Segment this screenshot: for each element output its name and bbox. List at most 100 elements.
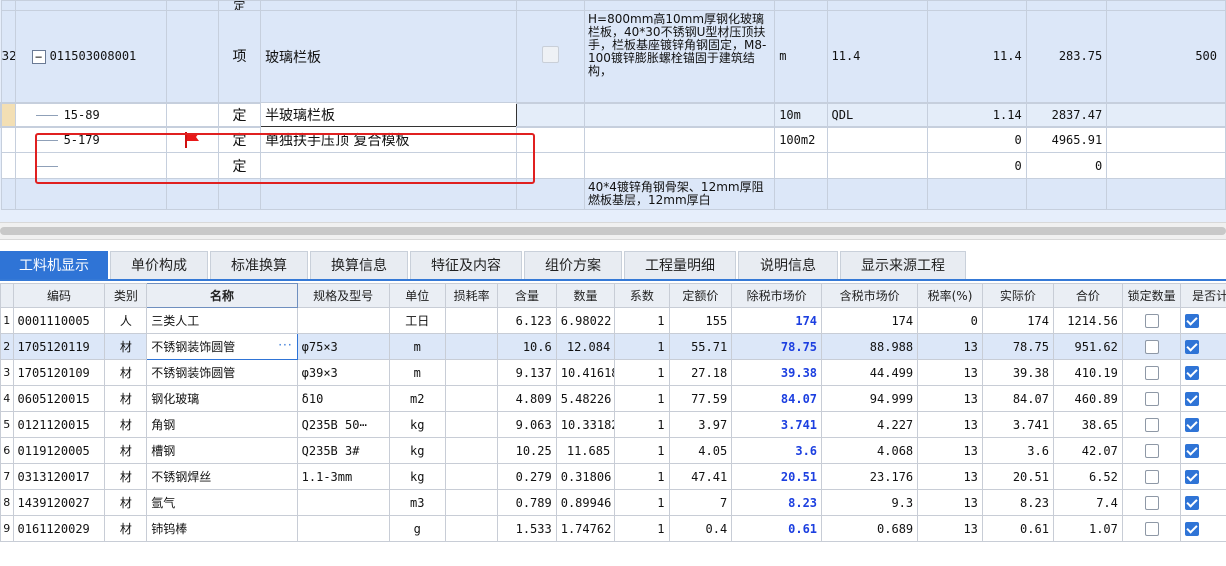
counted-checkbox[interactable]	[1185, 339, 1200, 354]
lock-checkbox[interactable]	[1144, 521, 1159, 536]
col-header-code[interactable]: 编码	[12, 283, 106, 308]
col-header-unit[interactable]: 单位	[388, 283, 446, 308]
flag-cell[interactable]	[165, 126, 219, 153]
col-header-quota-price[interactable]: 定额价	[668, 283, 733, 308]
content-cell[interactable]: 9.137	[497, 359, 557, 386]
col-header-spec[interactable]: 规格及型号	[296, 283, 390, 308]
table-row[interactable]: 1 0001110005 人 三类人工 工日 6.123 6.98022 1 155 174 174…	[0, 307, 1226, 334]
horizontal-scrollbar[interactable]	[0, 222, 1226, 240]
counted-cell[interactable]	[1180, 437, 1226, 464]
ex-tax-price-cell[interactable]: 20.51	[731, 463, 823, 490]
col-header-ex-tax-price[interactable]: 除税市场价	[731, 283, 823, 308]
lock-qty-cell[interactable]	[1121, 515, 1182, 542]
lock-checkbox[interactable]	[1144, 339, 1159, 354]
item-description[interactable]: 40*4镀锌角钢骨架、12mm厚阻燃板基层，12mm厚白	[584, 178, 776, 210]
quota-row[interactable]: 5-179 定 单独扶手压顶 复合模板 100m2 0 4965.91	[0, 126, 1226, 153]
tab-unit-price-composition[interactable]: 单价构成	[110, 251, 208, 279]
counted-cell[interactable]	[1180, 307, 1226, 334]
tab-description-info[interactable]: 说明信息	[738, 251, 838, 279]
counted-checkbox[interactable]	[1185, 365, 1200, 380]
ellipsis-button[interactable]: ···	[278, 338, 292, 352]
ex-tax-price-cell[interactable]: 174	[731, 307, 823, 334]
name-cell[interactable]: 三类人工	[146, 307, 298, 334]
amount-cell[interactable]: 10.41618	[555, 359, 616, 386]
name-cell[interactable]: 槽钢	[146, 437, 298, 464]
code-cell[interactable]: 0001110005	[12, 307, 106, 334]
qty-expression[interactable]: 11.4	[826, 10, 929, 103]
quota-name[interactable]: 单独扶手压顶 复合模板	[260, 126, 517, 153]
grid-row-partial[interactable]: 40*4镀锌角钢骨架、12mm厚阻燃板基层，12mm厚白	[0, 178, 1226, 210]
name-cell[interactable]: 铈钨棒	[146, 515, 298, 542]
col-header-total[interactable]: 合价	[1052, 283, 1123, 308]
code-cell[interactable]: 0161120029	[12, 515, 106, 542]
counted-cell[interactable]	[1180, 359, 1226, 386]
code-cell[interactable]: 0119120005	[12, 437, 106, 464]
loss-rate-cell[interactable]	[444, 463, 499, 490]
col-header-actual-price[interactable]: 实际价	[981, 283, 1054, 308]
quota-row[interactable]: 定 0 0	[0, 152, 1226, 179]
quota-name[interactable]	[260, 152, 517, 179]
lock-qty-cell[interactable]	[1121, 489, 1182, 516]
ex-tax-price-cell[interactable]: 84.07	[731, 385, 823, 412]
ex-tax-price-cell[interactable]: 39.38	[731, 359, 823, 386]
amount-cell[interactable]: 10.33182	[555, 411, 616, 438]
counted-checkbox[interactable]	[1185, 469, 1200, 484]
counted-checkbox[interactable]	[1185, 313, 1200, 328]
lock-qty-cell[interactable]	[1121, 463, 1182, 490]
amount-cell[interactable]: 12.084	[555, 333, 616, 360]
lock-checkbox[interactable]	[1144, 391, 1159, 406]
ex-tax-price-cell[interactable]: 78.75	[731, 333, 823, 360]
table-row[interactable]: 7 0313120017 材 不锈钢焊丝 1.1-3mm kg 0.279 0.31806 1 4…	[0, 463, 1226, 490]
item-name[interactable]: 玻璃栏板	[260, 10, 517, 103]
lock-qty-cell[interactable]	[1121, 411, 1182, 438]
counted-checkbox[interactable]	[1185, 417, 1200, 432]
item-description[interactable]: H=800mm高10mm厚钢化玻璃栏板，40*30不锈钢U型材压顶扶手，栏板基座…	[584, 10, 776, 103]
tax-rate-cell[interactable]: 13	[917, 411, 983, 438]
loss-rate-cell[interactable]	[444, 515, 499, 542]
content-cell[interactable]: 1.533	[497, 515, 557, 542]
code-cell[interactable]: 1705120119	[12, 333, 106, 360]
lock-qty-cell[interactable]	[1121, 437, 1182, 464]
lock-qty-cell[interactable]	[1121, 333, 1182, 360]
spec-cell[interactable]	[296, 489, 390, 516]
name-cell[interactable]: 不锈钢装饰圆管 ···	[146, 333, 298, 360]
table-row[interactable]: 4 0605120015 材 钢化玻璃 δ10 m2 4.809 5.48226 1 77.59 8…	[0, 385, 1226, 412]
coefficient-cell[interactable]: 1	[614, 411, 670, 438]
counted-checkbox[interactable]	[1185, 495, 1200, 510]
spec-cell[interactable]: δ10	[296, 385, 390, 412]
loss-rate-cell[interactable]	[444, 333, 499, 360]
spec-cell[interactable]	[296, 307, 390, 334]
col-header-category[interactable]: 类别	[104, 283, 148, 308]
content-cell[interactable]: 9.063	[497, 411, 557, 438]
content-cell[interactable]: 4.809	[497, 385, 557, 412]
lock-checkbox[interactable]	[1144, 417, 1159, 432]
lock-checkbox[interactable]	[1144, 365, 1159, 380]
quota-row-selected[interactable]: 15-89 定 半玻璃栏板 10m QDL 1.14 2837.47	[0, 101, 1226, 128]
name-cell[interactable]: 不锈钢装饰圆管	[146, 359, 298, 386]
quota-code-cell[interactable]: 15-89	[14, 101, 167, 128]
tax-rate-cell[interactable]: 13	[917, 489, 983, 516]
code-cell[interactable]: 0121120015	[12, 411, 106, 438]
table-row[interactable]: 6 0119120005 材 槽钢 Q235B 3# kg 10.25 11.685 1 4.05…	[0, 437, 1226, 464]
amount-cell[interactable]: 1.74762	[555, 515, 616, 542]
ex-tax-price-cell[interactable]: 3.6	[731, 437, 823, 464]
spec-cell[interactable]: Q235B 50⋯	[296, 411, 390, 438]
counted-cell[interactable]	[1180, 489, 1226, 516]
table-row[interactable]: 5 0121120015 材角钢 Q235B 50⋯ kg 9.063 10.33182 1 3…	[0, 411, 1226, 438]
ex-tax-price-cell[interactable]: 8.23	[731, 489, 823, 516]
lock-checkbox[interactable]	[1144, 443, 1159, 458]
tab-show-source-project[interactable]: 显示来源工程	[840, 251, 966, 279]
spec-cell[interactable]: φ75×3	[296, 333, 390, 360]
spec-cell[interactable]: Q235B 3#	[296, 437, 390, 464]
lock-checkbox[interactable]	[1144, 313, 1159, 328]
ex-tax-price-cell[interactable]: 0.61	[731, 515, 823, 542]
flag-cell[interactable]	[515, 10, 586, 103]
loss-rate-cell[interactable]	[444, 437, 499, 464]
loss-rate-cell[interactable]	[444, 489, 499, 516]
content-cell[interactable]: 10.6	[497, 333, 557, 360]
scrollbar-thumb[interactable]	[0, 227, 1226, 235]
spec-cell[interactable]	[296, 515, 390, 542]
spec-cell[interactable]: φ39×3	[296, 359, 390, 386]
tab-conversion-info[interactable]: 换算信息	[310, 251, 408, 279]
tab-pricing-scheme[interactable]: 组价方案	[524, 251, 622, 279]
